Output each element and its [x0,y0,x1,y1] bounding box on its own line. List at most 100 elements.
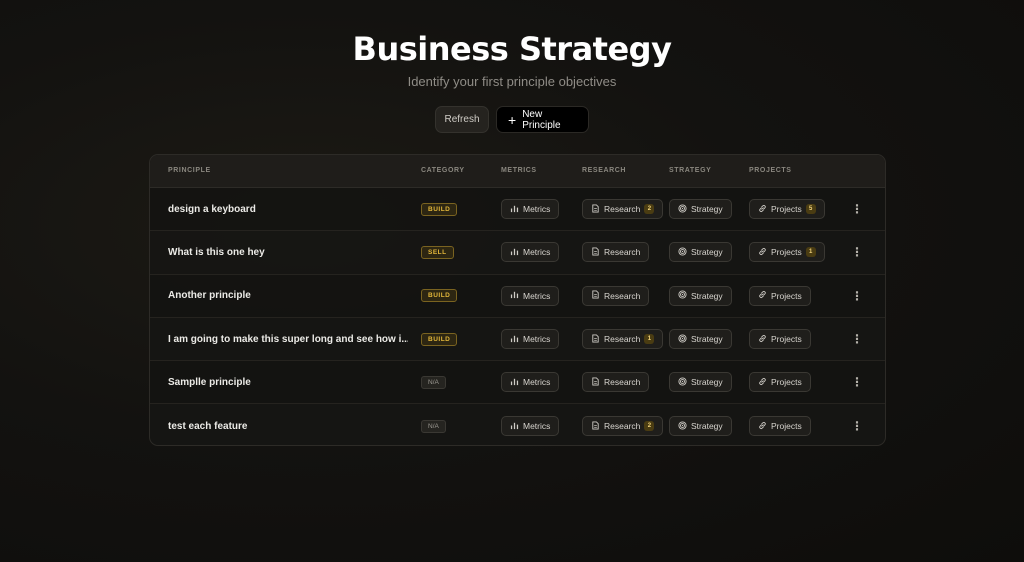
more-vertical-icon[interactable]: ⋮ [850,361,864,403]
projects-label: Projects [771,204,802,215]
strategy-label: Strategy [691,377,723,388]
action-bar: Refresh + New Principle [0,106,1024,133]
strategy-cell: Strategy [669,404,732,445]
link-icon [758,247,767,258]
research-button[interactable]: Research [582,242,650,263]
research-cell: Research [582,275,650,317]
principles-table: PRINCIPLE CATEGORY METRICS RESEARCH STRA… [149,154,886,446]
principle-name[interactable]: design a keyboard [168,188,408,230]
projects-label: Projects [771,421,802,432]
more-vertical-icon[interactable]: ⋮ [850,404,864,445]
table-row[interactable]: I am going to make this super long and s… [150,318,885,362]
research-cell: Research 2 [582,188,664,230]
research-label: Research [604,421,641,432]
category-cell: BUILD [421,188,458,230]
projects-count-badge: 1 [805,247,816,258]
strategy-button[interactable]: Strategy [669,329,732,350]
document-icon [591,421,600,432]
strategy-button[interactable]: Strategy [669,416,732,437]
research-button[interactable]: Research 2 [582,416,664,437]
research-count-badge: 2 [644,204,655,215]
document-icon [591,377,600,388]
table-header: PRINCIPLE CATEGORY METRICS RESEARCH STRA… [150,155,885,188]
category-badge: BUILD [421,202,458,216]
principle-name[interactable]: Another principle [168,275,408,317]
new-principle-button[interactable]: + New Principle [496,106,589,133]
table-row[interactable]: design a keyboard BUILD Metrics Research… [150,188,885,232]
metrics-button[interactable]: Metrics [501,199,560,220]
projects-button[interactable]: Projects 1 [749,242,825,263]
research-button[interactable]: Research 2 [582,199,664,220]
document-icon [591,333,600,345]
strategy-label: Strategy [691,204,723,215]
research-label: Research [604,247,641,258]
more-vertical-icon[interactable]: ⋮ [850,275,864,317]
link-icon [758,377,767,388]
bar-chart-icon [510,377,519,388]
metrics-button[interactable]: Metrics [501,285,560,306]
projects-cell: Projects [749,404,811,445]
research-cell: Research 1 [582,318,664,360]
table-row[interactable]: Samplle principle N/A Metrics Research S… [150,361,885,405]
research-label: Research [604,290,641,301]
projects-label: Projects [771,290,802,301]
research-button[interactable]: Research 1 [582,329,664,350]
metrics-button[interactable]: Metrics [501,416,560,437]
strategy-cell: Strategy [669,318,732,360]
column-header-principle: PRINCIPLE [168,167,211,174]
metrics-button[interactable]: Metrics [501,329,560,350]
strategy-label: Strategy [691,421,723,432]
projects-button[interactable]: Projects [749,416,811,437]
strategy-label: Strategy [691,247,723,258]
research-label: Research [604,377,641,388]
category-badge: N/A [421,419,446,433]
page-title: Business Strategy [352,30,672,68]
table-row[interactable]: What is this one hey SELL Metrics Resear… [150,231,885,275]
table-body: design a keyboard BUILD Metrics Research… [150,188,885,445]
more-vertical-icon[interactable]: ⋮ [850,188,864,230]
metrics-cell: Metrics [501,404,560,445]
strategy-cell: Strategy [669,275,732,317]
strategy-button[interactable]: Strategy [669,285,732,306]
refresh-button[interactable]: Refresh [435,106,489,133]
category-badge: BUILD [421,332,458,346]
link-icon [758,334,767,345]
projects-button[interactable]: Projects 5 [749,199,825,220]
strategy-button[interactable]: Strategy [669,372,732,393]
projects-button[interactable]: Projects [749,372,811,393]
metrics-button[interactable]: Metrics [501,242,560,263]
principle-name[interactable]: I am going to make this super long and s… [168,318,408,360]
strategy-cell: Strategy [669,188,732,230]
metrics-cell: Metrics [501,231,560,273]
more-vertical-icon[interactable]: ⋮ [850,318,864,360]
column-header-strategy: STRATEGY [669,167,712,174]
projects-cell: Projects 5 [749,188,825,230]
more-vertical-icon[interactable]: ⋮ [850,231,864,273]
research-button[interactable]: Research [582,285,650,306]
category-cell: BUILD [421,275,458,317]
table-row[interactable]: test each feature N/A Metrics Research 2… [150,404,885,445]
metrics-button[interactable]: Metrics [501,372,560,393]
link-icon [758,204,767,215]
research-count-badge: 2 [644,421,655,432]
strategy-cell: Strategy [669,361,732,403]
principle-name[interactable]: test each feature [168,404,408,445]
column-header-research: RESEARCH [582,167,627,174]
target-icon [678,377,687,388]
target-icon [678,421,687,432]
strategy-button[interactable]: Strategy [669,242,732,263]
metrics-label: Metrics [523,421,551,432]
bar-chart-icon [510,204,519,215]
principle-name[interactable]: What is this one hey [168,231,408,273]
principle-name[interactable]: Samplle principle [168,361,408,403]
strategy-button[interactable]: Strategy [669,199,732,220]
research-cell: Research [582,361,650,403]
research-button[interactable]: Research [582,372,650,393]
projects-button[interactable]: Projects [749,285,811,306]
document-icon [591,247,600,258]
link-icon [758,421,767,432]
table-row[interactable]: Another principle BUILD Metrics Research… [150,275,885,318]
plus-icon: + [508,111,517,128]
document-icon [591,204,600,215]
projects-button[interactable]: Projects [749,329,811,350]
